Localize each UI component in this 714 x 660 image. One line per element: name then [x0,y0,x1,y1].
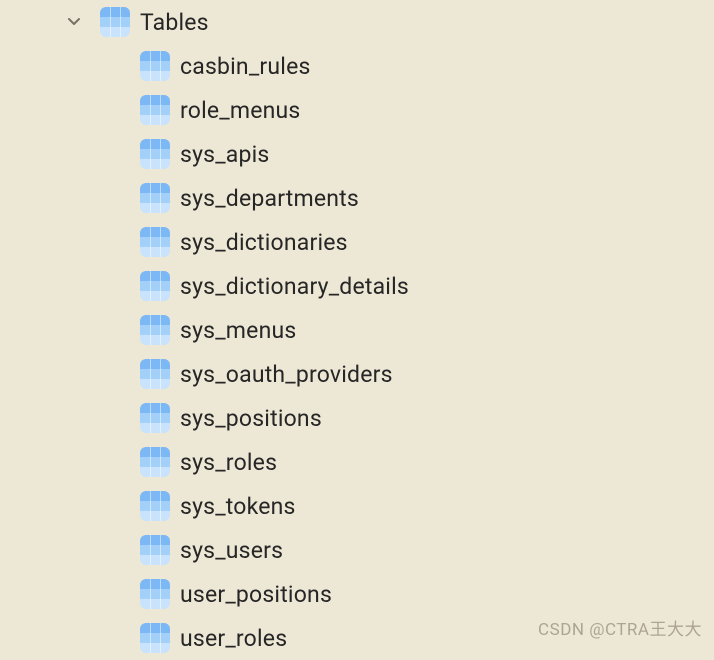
tree-item-label: user_roles [180,625,287,652]
tree-item[interactable]: sys_departments [0,176,714,220]
table-icon [140,227,170,257]
tree-item[interactable]: sys_dictionaries [0,220,714,264]
tree-item-label: sys_dictionaries [180,229,348,256]
chevron-down-icon[interactable] [62,10,86,34]
table-icon [140,139,170,169]
table-icon [140,51,170,81]
tree-item-label: sys_positions [180,405,322,432]
tree-parent-label: Tables [140,9,209,36]
tree-item-label: sys_menus [180,317,296,344]
tree-item-label: sys_tokens [180,493,296,520]
table-icon [140,95,170,125]
tree-parent-tables[interactable]: Tables [0,0,714,44]
tree-item[interactable]: sys_oauth_providers [0,352,714,396]
tree-item[interactable]: role_menus [0,88,714,132]
table-icon [140,271,170,301]
tree-item-label: user_positions [180,581,332,608]
table-icon [140,315,170,345]
tree-item-label: sys_departments [180,185,359,212]
tree-item[interactable]: sys_dictionary_details [0,264,714,308]
table-icon [140,447,170,477]
tree-item[interactable]: sys_tokens [0,484,714,528]
table-icon [140,491,170,521]
tree-item-label: sys_users [180,537,283,564]
tree-item[interactable]: sys_menus [0,308,714,352]
tree-item-label: sys_oauth_providers [180,361,393,388]
tree-item-label: sys_roles [180,449,277,476]
tree-item[interactable]: sys_positions [0,396,714,440]
table-icon [100,7,130,37]
tree-item-label: casbin_rules [180,53,311,80]
tree-item[interactable]: casbin_rules [0,44,714,88]
tree-item-label: sys_dictionary_details [180,273,409,300]
table-icon [140,359,170,389]
tree-item[interactable]: sys_apis [0,132,714,176]
table-icon [140,183,170,213]
tree-item[interactable]: sys_roles [0,440,714,484]
tree-item[interactable]: sys_users [0,528,714,572]
tree-item-label: sys_apis [180,141,270,168]
tree-item-label: role_menus [180,97,300,124]
watermark: CSDN @CTRA王大大 [538,615,702,640]
table-icon [140,403,170,433]
table-icon [140,535,170,565]
table-icon [140,623,170,653]
tree-view: Tables casbin_rules role_menus sys_apis … [0,0,714,660]
tree-item[interactable]: user_positions [0,572,714,616]
table-icon [140,579,170,609]
